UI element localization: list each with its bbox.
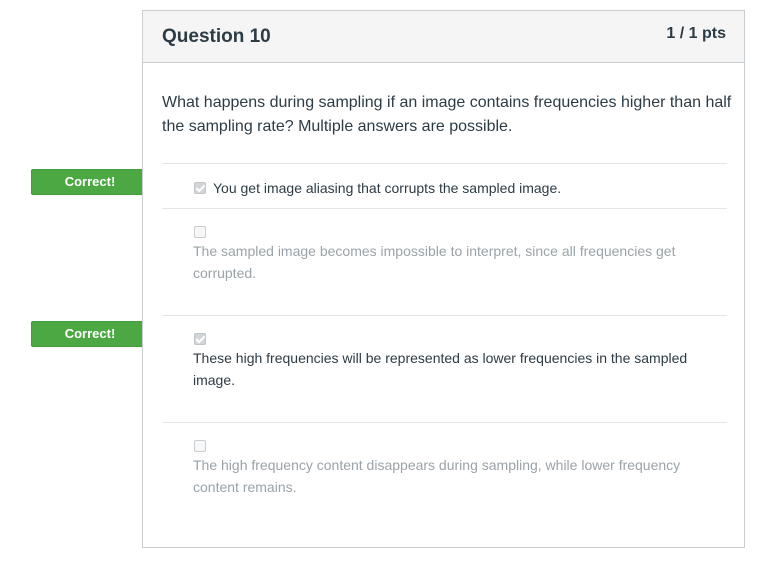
answer-checkbox-checked [194,182,206,194]
answer-text: The sampled image becomes impossible to … [193,243,676,281]
answer-option: These high frequencies will be represent… [162,315,727,423]
answer-checkbox [194,226,206,238]
answer-text: You get image aliasing that corrupts the… [213,180,562,196]
question-card: Question 10 1 / 1 pts What happens durin… [142,10,745,548]
correct-answer-flag: Correct! [31,321,157,347]
answer-text: These high frequencies will be represent… [193,350,688,388]
answer-option: You get image aliasing that corrupts the… [162,163,727,209]
correct-flag-label: Correct! [64,326,116,341]
answer-text: The high frequency content disappears du… [193,457,681,495]
question-header: Question 10 1 / 1 pts [143,11,744,63]
question-text: What happens during sampling if an image… [162,94,732,135]
answer-option: The sampled image becomes impossible to … [162,208,727,316]
answer-checkbox [194,440,206,452]
correct-answer-flag: Correct! [31,169,157,195]
answer-option: The high frequency content disappears du… [162,422,727,522]
answer-checkbox-checked [194,333,206,345]
question-points: 1 / 1 pts [666,25,726,42]
quiz-results-page: Correct! Correct! Question 10 1 / 1 pts … [0,0,759,564]
question-title: Question 10 [162,26,271,47]
correct-flag-label: Correct! [64,174,116,189]
